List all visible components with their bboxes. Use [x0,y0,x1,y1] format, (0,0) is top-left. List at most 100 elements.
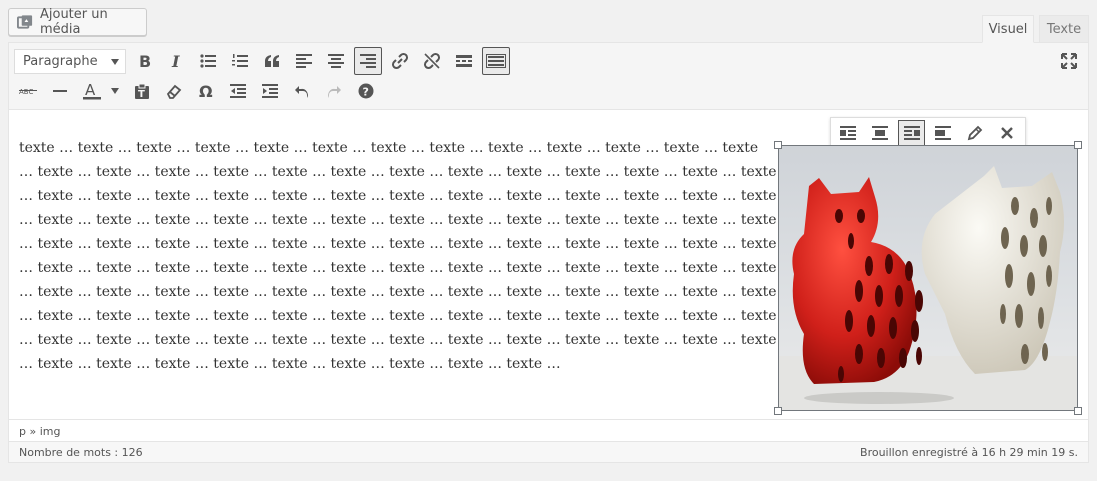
read-more-icon [456,55,472,67]
strikethrough-button[interactable]: ABC [14,77,42,105]
paragraph-line: … texte … texte … texte … texte … texte … [19,356,561,372]
tab-visual-label: Visuel [988,21,1028,37]
align-center-icon [328,54,344,68]
fullscreen-button[interactable] [1055,47,1083,75]
tab-text-label: Texte [1046,21,1082,37]
align-none-icon [935,126,952,140]
fullscreen-icon [1061,53,1077,69]
remove-link-button[interactable] [418,47,446,75]
svg-text:I: I [171,53,180,69]
omega-icon: Ω [199,83,213,99]
paragraph-line: … texte … texte … texte … texte … texte … [19,164,777,180]
text-color-button[interactable]: A [78,77,122,105]
chevron-down-icon [111,88,119,94]
link-icon [391,52,409,70]
element-path-text: p » img [19,425,61,438]
italic-icon: I [171,53,180,69]
indent-button[interactable] [256,77,284,105]
help-icon: ? [358,83,374,99]
align-left-icon [839,126,856,140]
keyboard-icon [486,54,506,68]
add-media-label: Ajouter un média [39,7,108,37]
align-right-icon [903,126,920,140]
image-align-left-button[interactable] [834,120,862,146]
outdent-icon [230,84,246,98]
special-character-button[interactable]: Ω [192,77,220,105]
strikethrough-icon: ABC [19,88,37,96]
align-left-button[interactable] [290,47,318,75]
bullet-list-button[interactable] [194,47,222,75]
numbered-list-icon [232,54,248,67]
blockquote-button[interactable] [258,47,286,75]
indent-icon [262,84,278,98]
paragraph-line: … texte … texte … texte … texte … texte … [19,284,777,300]
redo-icon [328,86,341,98]
undo-button[interactable] [288,77,316,105]
paste-as-text-button[interactable]: T [128,77,156,105]
italic-button[interactable]: I [162,47,190,75]
redo-button[interactable] [320,77,348,105]
bold-button[interactable]: B [130,47,158,75]
text-color-icon: A [83,82,101,100]
tab-text[interactable]: Texte [1039,15,1089,43]
svg-text:ABC: ABC [19,88,33,96]
clipboard-icon: T [135,83,149,99]
clear-formatting-button[interactable] [160,77,188,105]
align-left-icon [296,54,312,68]
svg-text:?: ? [363,86,369,99]
draft-status: Brouillon enregistré à 16 h 29 min 19 s. [860,446,1078,459]
format-select-value: Paragraphe [23,54,98,69]
undo-icon [295,86,308,98]
horizontal-line-icon [53,90,67,92]
editor-toolbar: Paragraphe B I ABC A T Ω ? [9,43,1088,110]
resize-handle-top-left[interactable] [774,141,782,149]
element-path: p » img [9,419,1088,441]
svg-text:B: B [139,53,151,69]
paragraph-line: … texte … texte … texte … texte … texte … [19,188,777,204]
tab-visual[interactable]: Visuel [982,15,1034,43]
pencil-icon [967,125,983,141]
eraser-icon [166,84,182,99]
image-edit-button[interactable] [961,120,989,146]
image-align-none-button[interactable] [929,120,957,146]
resize-handle-top-right[interactable] [1074,141,1082,149]
help-button[interactable]: ? [352,77,380,105]
toolbar-toggle-button[interactable] [482,47,510,75]
svg-text:T: T [138,89,145,99]
close-icon [1001,127,1013,139]
paragraph-line: texte … texte … texte … texte … texte … … [19,140,759,156]
align-right-icon [360,54,376,68]
add-media-button[interactable]: Ajouter un média [8,7,147,37]
image-remove-button[interactable] [993,120,1021,146]
paragraph-line: … texte … texte … texte … texte … texte … [19,260,777,276]
paragraph-line: … texte … texte … texte … texte … texte … [19,236,777,252]
selected-image[interactable] [778,145,1078,411]
paragraph-line: … texte … texte … texte … texte … texte … [19,308,777,324]
image-align-right-button[interactable] [897,120,926,146]
horizontal-line-button[interactable] [46,77,74,105]
editor-content[interactable]: texte … texte … texte … texte … texte … … [9,111,1088,419]
status-bar: Nombre de mots : 126 Brouillon enregistr… [9,441,1088,462]
svg-text:Ω: Ω [199,83,213,99]
read-more-button[interactable] [450,47,478,75]
unlink-icon [423,52,441,70]
svg-text:A: A [85,82,96,99]
bold-icon: B [139,53,151,69]
blockquote-icon [265,55,279,67]
numbered-list-button[interactable] [226,47,254,75]
insert-link-button[interactable] [386,47,414,75]
format-select[interactable]: Paragraphe [14,49,126,74]
resize-handle-bottom-right[interactable] [1074,407,1082,415]
resize-handle-bottom-left[interactable] [774,407,782,415]
word-count: Nombre de mots : 126 [19,446,143,459]
align-center-button[interactable] [322,47,350,75]
chevron-down-icon [111,59,119,65]
paragraph-text: texte … texte … texte … texte … texte … … [19,136,777,376]
outdent-button[interactable] [224,77,252,105]
add-media-icon [17,15,33,29]
align-right-button[interactable] [354,47,382,75]
cats-photo [779,146,1077,410]
image-align-center-button[interactable] [866,120,894,146]
bullet-list-icon [200,54,216,68]
paragraph-line: … texte … texte … texte … texte … texte … [19,212,777,228]
